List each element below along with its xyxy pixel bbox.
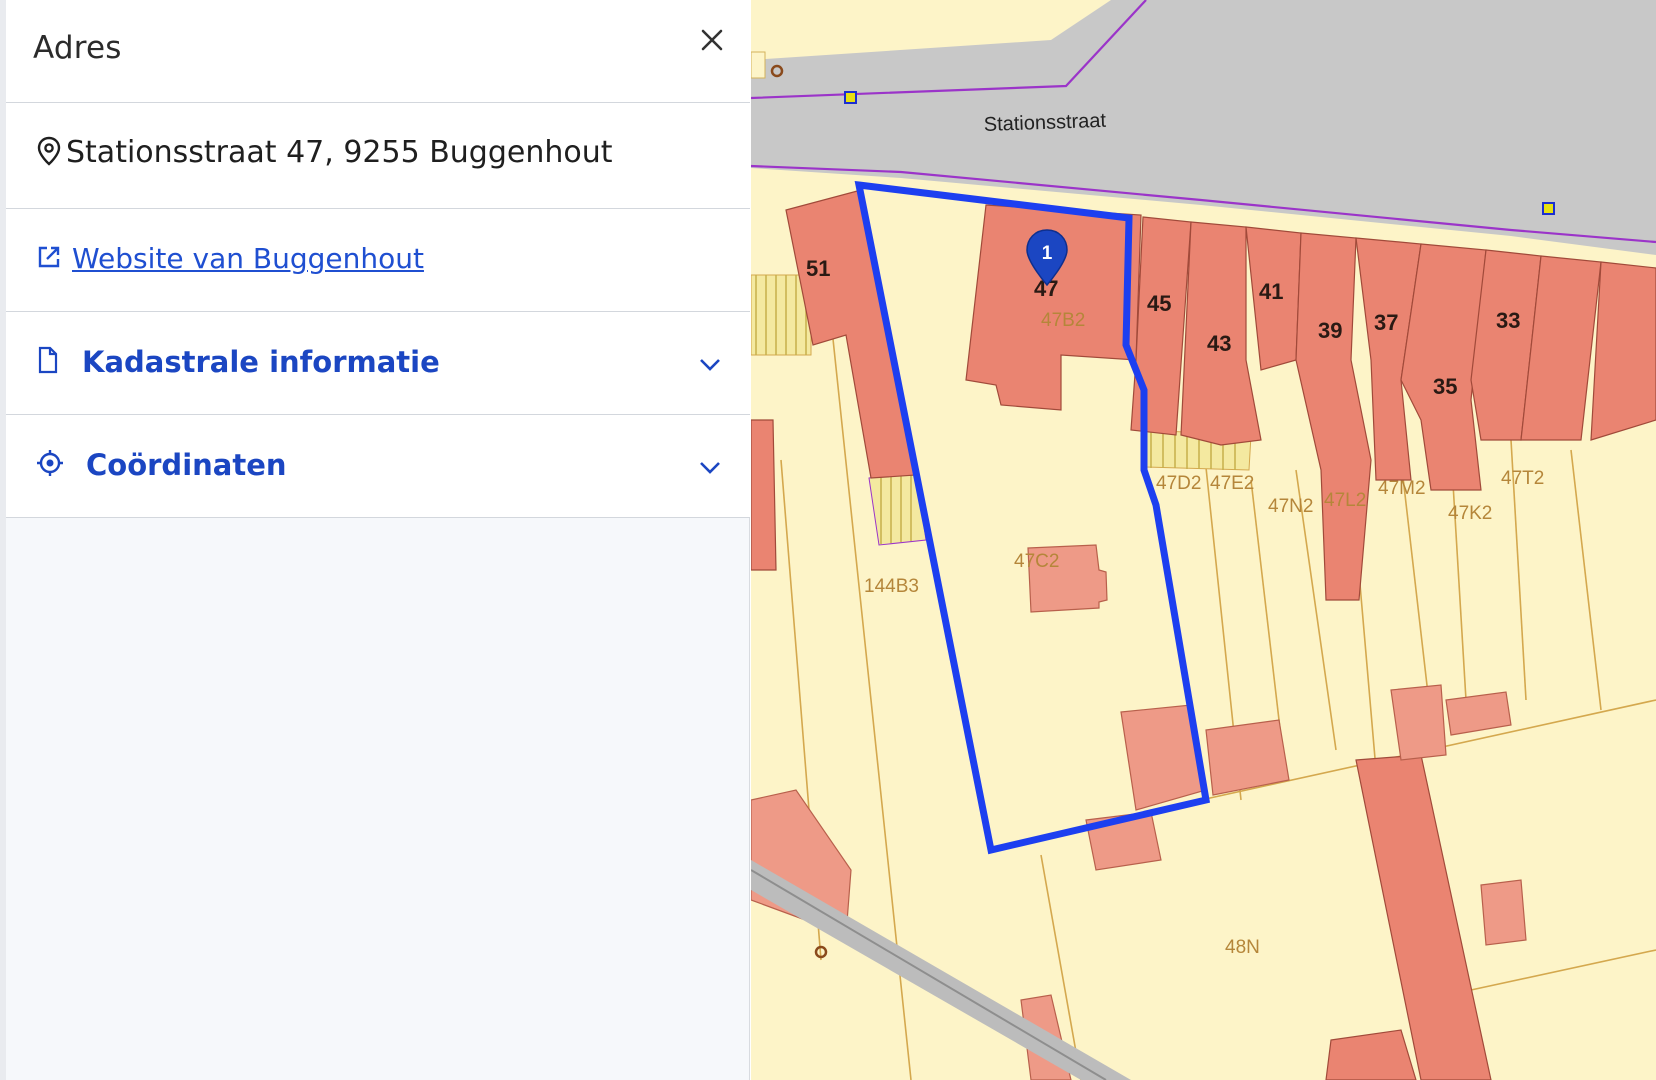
address-row: Stationsstraat 47, 9255 Buggenhout <box>6 103 750 209</box>
parcel-label: 47T2 <box>1501 468 1544 489</box>
address-text: Stationsstraat 47, 9255 Buggenhout <box>66 135 613 170</box>
website-row: Website van Buggenhout <box>6 209 750 312</box>
website-link[interactable]: Website van Buggenhout <box>72 242 424 275</box>
parcel-label: 47E2 <box>1210 473 1254 494</box>
marker-label: 1 <box>1042 243 1053 264</box>
parcel-label: 47C2 <box>1014 551 1059 572</box>
section-kadastrale-informatie[interactable]: Kadastrale informatie <box>6 312 750 415</box>
crosshair-icon <box>36 449 64 481</box>
house-number: 45 <box>1147 291 1171 316</box>
house-number: 33 <box>1496 308 1520 333</box>
parcel-label: 47K2 <box>1448 503 1492 524</box>
parcel-label: 144B3 <box>864 576 919 597</box>
street-label: Stationsstraat <box>983 110 1106 136</box>
house-number: 41 <box>1259 279 1283 304</box>
house-number: 43 <box>1207 331 1231 356</box>
parcel-label: 48N <box>1225 937 1260 958</box>
house-number: 39 <box>1318 318 1342 343</box>
cadastral-map[interactable]: Stationsstraat 51 47 45 43 41 39 37 35 3… <box>751 0 1656 1080</box>
parcel-label: 47N2 <box>1268 496 1313 517</box>
chevron-down-icon[interactable] <box>696 350 724 378</box>
external-link-icon <box>36 244 62 274</box>
address-panel: Adres Stationsstraat 47, 9255 Buggenhout <box>0 0 750 1080</box>
panel-title: Adres <box>33 30 122 66</box>
parcel-label: 47B2 <box>1041 310 1085 331</box>
parcel-label: 47M2 <box>1378 478 1426 499</box>
house-number: 37 <box>1374 310 1398 335</box>
parcel-label: 47L2 <box>1324 490 1366 511</box>
panel-header: Adres <box>6 0 750 103</box>
survey-point <box>1542 202 1555 215</box>
survey-point <box>844 91 857 104</box>
house-number: 35 <box>1433 374 1457 399</box>
close-icon[interactable] <box>696 24 728 56</box>
parcel-strip <box>751 51 766 79</box>
chevron-down-icon[interactable] <box>696 453 724 481</box>
section-label: Coördinaten <box>86 448 287 482</box>
section-coordinaten[interactable]: Coördinaten <box>6 415 750 518</box>
house-number: 51 <box>806 256 830 281</box>
document-icon <box>36 345 60 379</box>
section-label: Kadastrale informatie <box>82 345 440 379</box>
map-pin-icon <box>36 136 62 170</box>
parcel-label: 47D2 <box>1156 473 1201 494</box>
